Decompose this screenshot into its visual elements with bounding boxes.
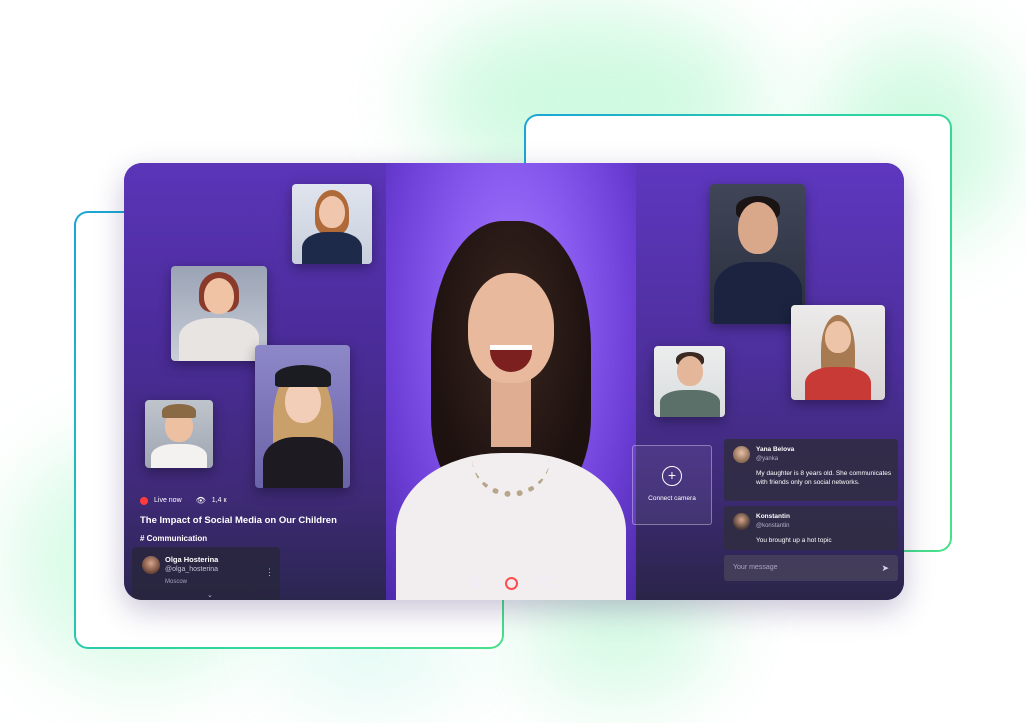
chat-message-text: You brought up a hot topic <box>756 537 832 544</box>
stream-meta: Live now 👁 1,4 к The Impact of Social Me… <box>140 496 370 543</box>
chat-author-handle: @yanka <box>756 456 779 462</box>
participant-video-tile[interactable] <box>710 184 805 324</box>
hat-shape <box>162 404 196 418</box>
record-icon[interactable] <box>504 576 518 590</box>
avatar <box>733 513 750 530</box>
participant-video-tile[interactable] <box>791 305 885 400</box>
volume-icon[interactable] <box>469 575 483 590</box>
main-video-stream <box>386 163 636 600</box>
participant-video-tile[interactable] <box>171 266 267 361</box>
connect-camera-button[interactable]: + Connect camera <box>632 445 712 525</box>
avatar <box>142 556 160 574</box>
chat-message-text: My daughter is 8 years old. She communic… <box>756 470 892 486</box>
stream-title: The Impact of Social Media on Our Childr… <box>140 515 337 526</box>
participant-video-tile[interactable] <box>255 345 350 488</box>
presenter-neck <box>491 377 531 447</box>
chat-input-placeholder: Your message <box>733 564 778 571</box>
right-chat-panel: + Connect camera Yana Belova @yanka My d… <box>632 163 904 600</box>
participant-video-tile[interactable] <box>145 400 213 468</box>
eye-icon: 👁 <box>195 496 206 505</box>
host-name: Olga Hosterina <box>165 555 219 564</box>
left-participants-panel: Live now 👁 1,4 к The Impact of Social Me… <box>124 163 386 600</box>
hat-shape <box>275 365 331 387</box>
chat-message-input[interactable]: Your message ➤ <box>724 555 898 581</box>
fullscreen-icon[interactable] <box>540 576 554 590</box>
participant-video-tile[interactable] <box>654 346 725 417</box>
participant-video-tile[interactable] <box>292 184 372 264</box>
chat-author-name: Konstantin <box>756 513 790 520</box>
viewer-count: 1,4 к <box>211 497 227 504</box>
video-controls <box>386 566 636 600</box>
live-dot-icon <box>140 496 148 505</box>
chat-author-handle: @konstantin <box>756 523 790 529</box>
more-vertical-icon[interactable]: ⋮ <box>265 567 274 578</box>
host-handle: @olga_hosterina <box>165 566 219 573</box>
live-status-row: Live now 👁 1,4 к <box>140 496 370 505</box>
chat-author-name: Yana Belova <box>756 446 795 453</box>
chat-message: Yana Belova @yanka My daughter is 8 year… <box>724 439 898 501</box>
send-icon[interactable]: ➤ <box>881 555 889 581</box>
live-label: Live now <box>154 497 182 504</box>
stream-tag[interactable]: # Communication <box>140 534 370 543</box>
chevron-down-icon[interactable]: ⌄ <box>207 591 213 599</box>
plus-circle-icon: + <box>662 466 682 486</box>
video-chat-app: Live now 👁 1,4 к The Impact of Social Me… <box>124 163 904 600</box>
chat-message: Konstantin @konstantin You brought up a … <box>724 506 898 550</box>
host-city: Moscow <box>165 579 188 585</box>
avatar <box>733 446 750 463</box>
connect-camera-label: Connect camera <box>648 495 696 502</box>
host-profile-card[interactable]: Olga Hosterina @olga_hosterina Moscow ⋮ … <box>132 547 280 600</box>
